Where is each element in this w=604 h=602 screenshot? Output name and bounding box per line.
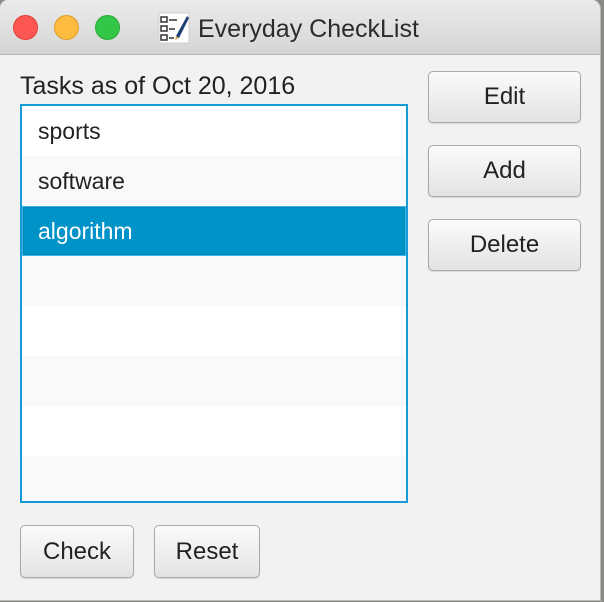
- list-item-selected[interactable]: algorithm: [22, 206, 406, 256]
- title-bar[interactable]: Everyday CheckList: [0, 0, 600, 55]
- checklist-app-icon: [158, 12, 190, 44]
- list-item[interactable]: software: [22, 156, 406, 206]
- empty-list-row[interactable]: [22, 306, 406, 356]
- edit-button[interactable]: Edit: [428, 71, 581, 123]
- empty-list-row[interactable]: [22, 256, 406, 306]
- empty-list-row[interactable]: [22, 356, 406, 406]
- tasks-date-label: Tasks as of Oct 20, 2016: [20, 72, 296, 100]
- close-window-button[interactable]: [13, 15, 38, 40]
- add-button[interactable]: Add: [428, 145, 581, 197]
- reset-button[interactable]: Reset: [154, 525, 260, 578]
- check-button[interactable]: Check: [20, 525, 134, 578]
- minimize-window-button[interactable]: [54, 15, 79, 40]
- maximize-window-button[interactable]: [95, 15, 120, 40]
- list-item[interactable]: sports: [22, 106, 406, 156]
- empty-list-row[interactable]: [22, 456, 406, 501]
- empty-list-row[interactable]: [22, 406, 406, 456]
- app-window: Everyday CheckList Tasks as of Oct 20, 2…: [0, 0, 600, 600]
- delete-button[interactable]: Delete: [428, 219, 581, 271]
- window-title: Everyday CheckList: [198, 15, 419, 43]
- task-list[interactable]: sports software algorithm: [20, 104, 408, 503]
